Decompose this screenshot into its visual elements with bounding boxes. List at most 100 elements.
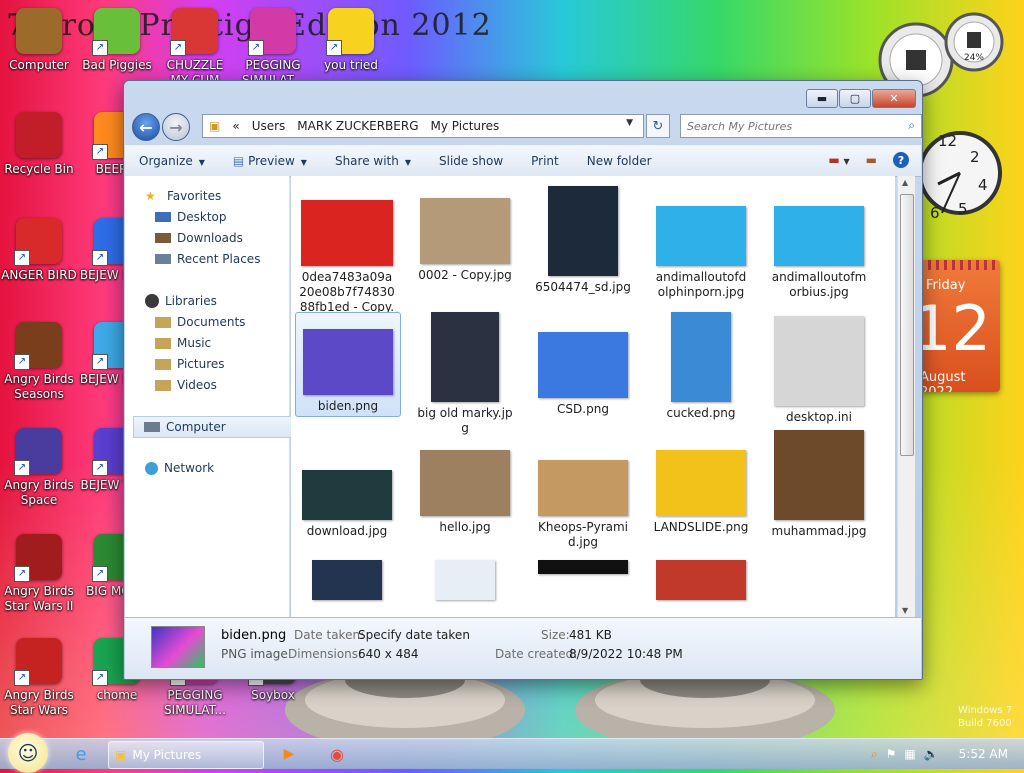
desktop-icon-5[interactable]: Recycle Bin (0, 112, 78, 177)
file-item[interactable]: 0002 - Copy.jpg (413, 186, 517, 283)
desktop-icon-9[interactable]: ↗ Angry Birds Seasons (0, 322, 78, 402)
shortcut-arrow-icon: ↗ (14, 566, 30, 582)
file-item[interactable]: 6504474_sd.jpg (531, 186, 635, 295)
search-icon[interactable]: ⌕ (908, 118, 915, 133)
nav-downloads-label: Downloads (177, 231, 243, 245)
desktop-icon-3[interactable]: ↗PEGGING SIMULAT... (234, 8, 312, 88)
minimize-button[interactable]: ▬ (806, 89, 838, 108)
chevron-down-icon[interactable]: ▼ (620, 118, 639, 128)
file-item[interactable]: CSD.png (531, 312, 635, 417)
desktop-icon-label: Angry Birds Space (4, 478, 74, 507)
start-button[interactable]: ☺ (8, 733, 48, 773)
refresh-button[interactable]: ↻ (646, 114, 670, 138)
desktop-icon-15[interactable]: ↗ Angry Birds Star Wars (0, 638, 78, 718)
nav-network[interactable]: Network (145, 458, 305, 478)
taskbar-my-pictures[interactable]: ▣ My Pictures (108, 741, 264, 769)
address-bar[interactable]: ▣ « Users MARK ZUCKERBERG My Pictures ▼ (202, 114, 644, 138)
breadcrumb-my-pictures[interactable]: My Pictures (425, 119, 506, 133)
file-thumbnail (656, 450, 746, 516)
desktop-icon-image: ↗ (92, 8, 140, 56)
close-button[interactable]: ✕ (872, 89, 916, 108)
share-with-label: Share with (334, 154, 399, 168)
file-item[interactable] (649, 560, 753, 604)
flag-icon[interactable]: ⚑ (886, 747, 897, 761)
preview-label: Preview (248, 154, 295, 168)
file-item[interactable]: desktop.ini (767, 312, 871, 425)
calendar-gadget[interactable]: Friday 12 August 2022 (920, 260, 1000, 392)
file-item[interactable]: download.jpg (295, 430, 399, 539)
recent-places-icon (155, 254, 171, 264)
file-item[interactable]: muhammad.jpg (767, 430, 871, 539)
nav-favorites[interactable]: ★ Favorites (145, 186, 305, 206)
file-item[interactable]: andimalloutofmorbius.jpg (767, 186, 871, 300)
videos-icon (155, 379, 171, 391)
desktop-icon-13[interactable]: ↗ Angry Birds Star Wars II (0, 534, 78, 614)
file-list[interactable]: 0dea7483a09a20e08b7f7483088fb1ed - Copy.… (291, 176, 895, 617)
scroll-down-icon[interactable]: ▼ (902, 606, 908, 615)
preview-button[interactable]: ▤ Preview ▼ (219, 154, 321, 168)
desktop-icon-1[interactable]: ↗ Bad Piggies (78, 8, 156, 73)
file-item[interactable]: 0dea7483a09a20e08b7f7483088fb1ed - Copy.… (295, 186, 399, 330)
taskbar-ie[interactable]: e (66, 741, 96, 767)
clock-gadget[interactable]: 12 2 4 5 6 (918, 118, 1002, 228)
print-button[interactable]: Print (517, 154, 573, 168)
view-options-button[interactable]: ▬ ▼ (828, 153, 849, 167)
file-item[interactable]: Kheops-Pyramid.jpg (531, 430, 635, 550)
file-item[interactable]: biden.png (295, 312, 401, 417)
search-box[interactable]: ⌕ (680, 114, 922, 138)
file-name: 0002 - Copy.jpg (418, 268, 512, 282)
folder-icon: ▣ (115, 748, 127, 762)
size-value: 481 KB (569, 628, 612, 642)
smiley-icon: ☺ (17, 741, 39, 765)
date-created-value: 8/9/2022 10:48 PM (569, 647, 683, 661)
file-item[interactable]: LANDSLIDE.png (649, 430, 753, 535)
svg-text:6: 6 (930, 204, 940, 222)
organize-button[interactable]: Organize ▼ (125, 154, 219, 168)
taskbar-chrome[interactable]: ◉ (322, 741, 352, 767)
breadcrumb-user[interactable]: MARK ZUCKERBERG (291, 119, 424, 133)
nav-libraries[interactable]: Libraries (145, 291, 305, 311)
search-input[interactable] (681, 118, 899, 134)
preview-pane-button[interactable]: ▬ (866, 153, 877, 167)
file-item[interactable]: andimalloutofdolphinporn.jpg (649, 186, 753, 300)
taskbar-media-player[interactable]: ▶ (274, 741, 304, 767)
desktop-icon-0[interactable]: Computer (0, 8, 78, 73)
file-item[interactable]: cucked.png (649, 312, 753, 421)
help-icon[interactable]: ? (893, 152, 909, 168)
breadcrumb-overflow[interactable]: « (226, 119, 245, 133)
back-button[interactable]: ← (132, 113, 160, 141)
scroll-up-icon[interactable]: ▲ (902, 178, 908, 187)
file-thumbnail (656, 206, 746, 266)
desktop-icon-7[interactable]: ↗ ANGER BIRD (0, 218, 78, 283)
share-with-button[interactable]: Share with ▼ (321, 154, 425, 168)
explorer-window[interactable]: ▬ ▢ ✕ ← → ▣ « Users MARK ZUCKERBERG My P… (123, 80, 923, 680)
file-item[interactable]: hello.jpg (413, 430, 517, 535)
desktop-icon-11[interactable]: ↗ Angry Birds Space (0, 428, 78, 508)
desktop-icon-label: Angry Birds Star Wars II (4, 584, 74, 613)
date-taken-value[interactable]: Specify date taken (358, 628, 470, 642)
search-tray-icon[interactable]: ⌕ (871, 747, 878, 762)
slide-show-button[interactable]: Slide show (425, 154, 517, 168)
new-folder-button[interactable]: New folder (573, 154, 666, 168)
file-thumbnail (538, 560, 628, 574)
nav-computer[interactable]: Computer (133, 416, 295, 438)
desktop-icon-2[interactable]: ↗CHUZZLE MY CUM (156, 8, 234, 88)
maximize-button[interactable]: ▢ (839, 89, 871, 108)
size-label: Size: (541, 628, 570, 642)
file-item[interactable] (531, 560, 635, 578)
file-item[interactable] (413, 560, 517, 604)
file-item[interactable]: big old marky.jpg (413, 312, 517, 436)
desktop-icon-4[interactable]: ↗ you tried (312, 8, 390, 73)
forward-button[interactable]: → (162, 113, 190, 141)
volume-icon[interactable]: 🔈 (924, 747, 939, 761)
breadcrumb-users[interactable]: Users (246, 119, 292, 133)
vertical-scrollbar[interactable]: ▲ ▼ (897, 176, 915, 617)
window-controls: ▬ ▢ ✕ (806, 89, 916, 108)
network-tray-icon[interactable]: ▦ (904, 747, 915, 761)
clock[interactable]: 5:52 AM (959, 747, 1008, 761)
file-item[interactable] (295, 560, 399, 604)
desktop-icon-label: Angry Birds Star Wars (4, 688, 74, 717)
desktop-icon-label: PEGGING SIMULAT... (164, 688, 226, 717)
calendar-rings (920, 260, 1000, 270)
scrollbar-thumb[interactable] (900, 194, 914, 456)
